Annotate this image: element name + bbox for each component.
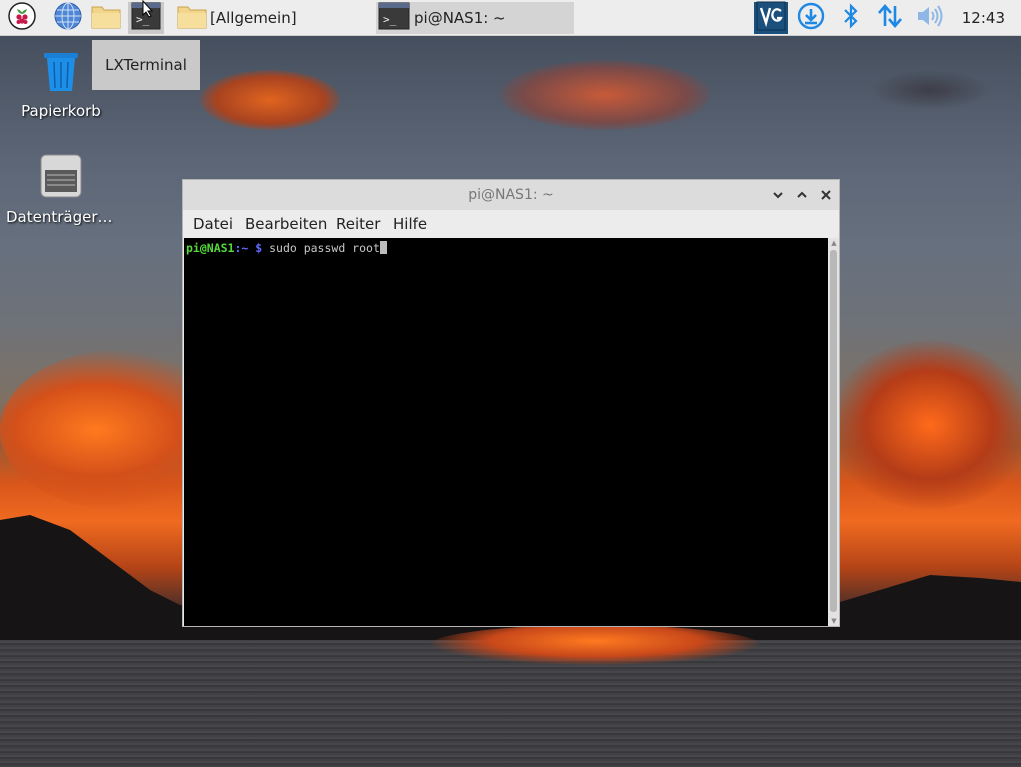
clock[interactable]: 12:43: [962, 0, 1005, 36]
taskbar-item-label: pi@NAS1: ~: [414, 9, 506, 27]
drive-icon: [37, 152, 85, 204]
download-icon: [797, 2, 825, 34]
network-arrows-icon: [876, 2, 904, 34]
close-icon: [820, 186, 832, 205]
window-title: pi@NAS1: ~: [468, 187, 554, 203]
raspberry-icon: [8, 2, 36, 34]
taskbar: >_ [Allgemein] >_ pi@NAS1: ~ 12:43: [0, 0, 1021, 36]
terminal-scrollbar[interactable]: ▲ ▼: [829, 238, 839, 626]
text-cursor: [379, 241, 387, 254]
scrollbar-thumb[interactable]: [830, 250, 837, 612]
terminal-launcher-button[interactable]: >_: [128, 0, 164, 34]
prompt-path: :~ $: [234, 241, 263, 255]
scroll-down-arrow-icon[interactable]: ▼: [829, 616, 839, 626]
menubar: Datei Bearbeiten Reiter Hilfe: [183, 210, 839, 238]
sunset-reflection: [430, 625, 760, 665]
cloud-decoration: [200, 70, 340, 130]
menu-hilfe[interactable]: Hilfe: [393, 210, 427, 238]
network-tray-button[interactable]: [872, 2, 908, 34]
close-button[interactable]: [817, 186, 835, 204]
vnc-icon: [756, 1, 786, 35]
bluetooth-icon: [841, 2, 861, 34]
cloud-decoration: [500, 60, 710, 130]
terminal-command: sudo passwd root: [262, 241, 380, 255]
desktop-icon-label: Papierkorb: [21, 102, 101, 120]
menu-bearbeiten[interactable]: Bearbeiten: [245, 210, 327, 238]
globe-icon: [53, 1, 83, 35]
taskbar-item-label: [Allgemein]: [210, 9, 297, 27]
desktop-icon-drive[interactable]: Datenträger ...: [6, 152, 116, 226]
updater-tray-button[interactable]: [794, 2, 828, 34]
speaker-icon: [915, 2, 945, 34]
cloud-decoration: [870, 70, 990, 110]
folder-icon: [176, 2, 208, 34]
file-manager-button[interactable]: [88, 2, 124, 34]
raspberry-menu-button[interactable]: [4, 2, 40, 34]
mouse-cursor-icon: [142, 0, 154, 22]
desktop-icon-label: Datenträger ...: [6, 208, 116, 226]
terminal-output[interactable]: pi@NAS1:~ $ sudo passwd root: [184, 238, 828, 626]
window-titlebar[interactable]: pi@NAS1: ~: [183, 180, 839, 210]
chevron-down-icon: [772, 186, 784, 205]
svg-text:>_: >_: [383, 13, 397, 26]
maximize-button[interactable]: [793, 186, 811, 204]
terminal-icon: >_: [378, 2, 410, 34]
chevron-up-icon: [796, 186, 808, 205]
desktop-icon-trash[interactable]: Papierkorb: [6, 48, 116, 120]
bluetooth-tray-button[interactable]: [834, 2, 868, 34]
cloud-decoration: [830, 340, 1021, 510]
taskbar-item-terminal[interactable]: >_ pi@NAS1: ~: [376, 2, 574, 34]
taskbar-item-allgemein[interactable]: [Allgemein]: [176, 2, 366, 34]
volume-tray-button[interactable]: [912, 2, 948, 34]
vnc-tray-button[interactable]: [754, 1, 788, 35]
terminal-line: pi@NAS1:~ $ sudo passwd root: [186, 241, 826, 255]
minimize-button[interactable]: [769, 186, 787, 204]
menu-reiter[interactable]: Reiter: [336, 210, 380, 238]
trash-icon: [38, 48, 84, 98]
web-browser-button[interactable]: [50, 2, 86, 34]
terminal-window: pi@NAS1: ~ Datei Bearbeiten Reiter Hilfe…: [182, 179, 840, 627]
prompt-user: pi@NAS1: [186, 241, 235, 255]
menu-datei[interactable]: Datei: [193, 210, 233, 238]
scroll-up-arrow-icon[interactable]: ▲: [829, 238, 839, 248]
folder-icon: [90, 2, 122, 34]
